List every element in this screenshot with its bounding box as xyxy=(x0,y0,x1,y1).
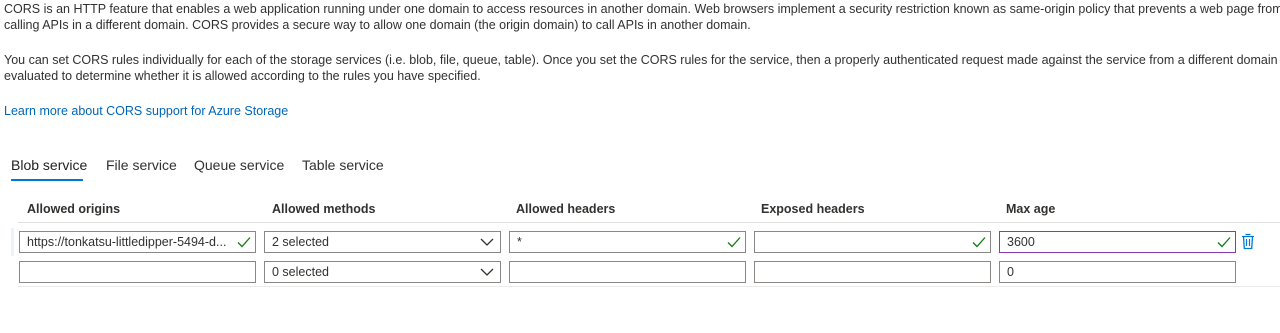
chevron-down-icon xyxy=(480,268,494,276)
exposed-headers-input[interactable] xyxy=(754,231,991,253)
max-age-input[interactable]: 3600 xyxy=(999,231,1236,253)
checkmark-icon xyxy=(972,237,986,248)
column-header-exposed-headers: Exposed headers xyxy=(761,202,865,216)
allowed-headers-input-new[interactable] xyxy=(509,261,746,283)
max-age-value: 0 xyxy=(1007,265,1014,279)
column-header-allowed-origins: Allowed origins xyxy=(27,202,121,216)
row-divider xyxy=(18,286,1280,287)
checkmark-icon xyxy=(1217,237,1231,248)
tab-table-service[interactable]: Table service xyxy=(302,154,384,176)
checkmark-icon xyxy=(727,237,741,248)
trash-icon[interactable] xyxy=(1241,233,1255,250)
chevron-down-icon xyxy=(480,238,494,246)
tab-blob-service[interactable]: Blob service xyxy=(11,154,87,176)
intro-paragraph-1-line-1: CORS is an HTTP feature that enables a w… xyxy=(4,2,1280,16)
allowed-origins-input-new[interactable] xyxy=(19,261,256,283)
allowed-methods-dropdown-new[interactable]: 0 selected xyxy=(264,261,501,283)
allowed-headers-input[interactable]: * xyxy=(509,231,746,253)
tab-file-service[interactable]: File service xyxy=(106,154,177,176)
allowed-methods-value: 0 selected xyxy=(272,265,329,279)
allowed-headers-value: * xyxy=(517,235,522,249)
allowed-methods-dropdown[interactable]: 2 selected xyxy=(264,231,501,253)
tab-queue-service[interactable]: Queue service xyxy=(194,154,284,176)
exposed-headers-input-new[interactable] xyxy=(754,261,991,283)
allowed-origins-input[interactable]: https://tonkatsu-littledipper-5494-d... xyxy=(19,231,256,253)
intro-paragraph-1-line-2: calling APIs in a different domain. CORS… xyxy=(4,18,751,32)
column-header-max-age: Max age xyxy=(1006,202,1056,216)
column-header-allowed-methods: Allowed methods xyxy=(272,202,376,216)
checkmark-icon xyxy=(237,237,251,248)
max-age-input-new[interactable]: 0 xyxy=(999,261,1236,283)
intro-paragraph-2-line-1: You can set CORS rules individually for … xyxy=(4,53,1280,67)
learn-more-cors-link[interactable]: Learn more about CORS support for Azure … xyxy=(4,103,288,119)
header-divider xyxy=(18,222,1280,223)
intro-paragraph-2-line-2: evaluated to determine whether it is all… xyxy=(4,69,481,83)
row-selection-indicator xyxy=(11,228,14,256)
allowed-origins-value: https://tonkatsu-littledipper-5494-d... xyxy=(27,235,227,249)
column-header-allowed-headers: Allowed headers xyxy=(516,202,616,216)
active-tab-underline xyxy=(11,179,83,181)
allowed-methods-value: 2 selected xyxy=(272,235,329,249)
max-age-value: 3600 xyxy=(1007,235,1035,249)
